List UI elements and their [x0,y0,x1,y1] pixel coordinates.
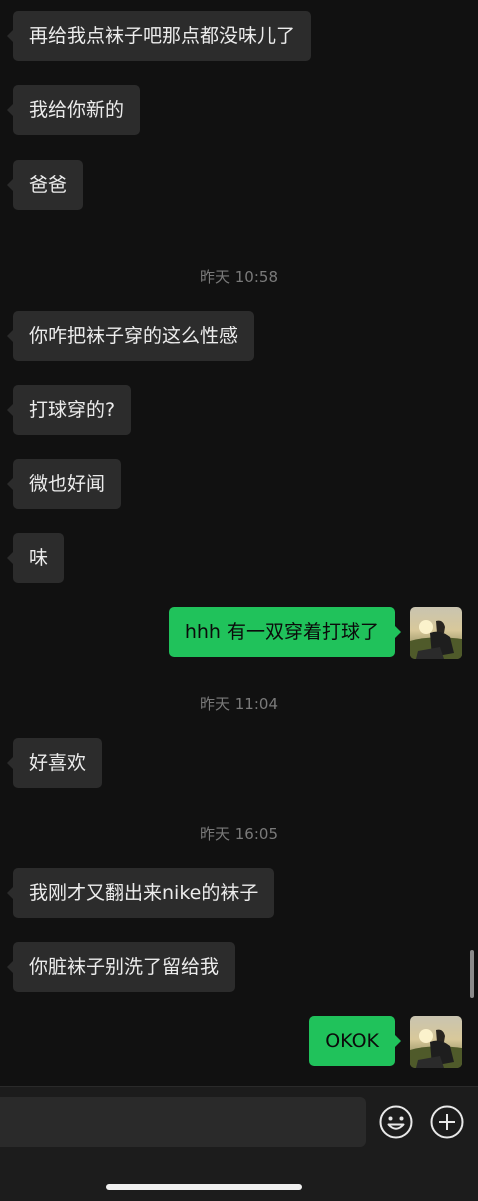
incoming-message-bubble[interactable]: 微也好闻 [6,459,122,509]
home-indicator[interactable] [106,1184,302,1190]
incoming-message-bubble[interactable]: 再给我点袜子吧那点都没味儿了 [6,11,312,61]
incoming-message-bubble[interactable]: 你咋把袜子穿的这么性感 [6,311,255,361]
timestamp: 昨天 11:04 [200,695,278,713]
input-bar [0,1086,478,1201]
incoming-message-bubble[interactable]: 味 [6,533,65,583]
chat-area[interactable]: 再给我点袜子吧那点都没味儿了 我给你新的 爸爸 昨天 10:58 你咋把袜子穿的… [0,0,478,1086]
emoji-button[interactable] [378,1104,414,1140]
incoming-message-bubble[interactable]: 打球穿的? [6,385,132,435]
avatar-photo-icon [410,1016,462,1068]
outgoing-message-bubble[interactable]: hhh 有一双穿着打球了 [168,607,402,657]
incoming-message-bubble[interactable]: 好喜欢 [6,738,103,788]
incoming-message-bubble[interactable]: 你脏袜子别洗了留给我 [6,942,236,992]
scrollbar[interactable] [470,950,474,998]
incoming-message-bubble[interactable]: 我刚才又翻出来nike的袜子 [6,868,275,918]
incoming-message-bubble[interactable]: 爸爸 [6,160,84,210]
emoji-icon [379,1105,413,1139]
avatar[interactable] [410,607,462,659]
plus-icon [430,1105,464,1139]
avatar[interactable] [410,1016,462,1068]
timestamp: 昨天 16:05 [200,825,278,843]
timestamp: 昨天 10:58 [200,268,278,286]
incoming-message-bubble[interactable]: 我给你新的 [6,85,141,135]
message-input[interactable] [0,1097,366,1147]
avatar-photo-icon [410,607,462,659]
outgoing-message-bubble[interactable]: OKOK [309,1016,401,1066]
more-button[interactable] [429,1104,465,1140]
